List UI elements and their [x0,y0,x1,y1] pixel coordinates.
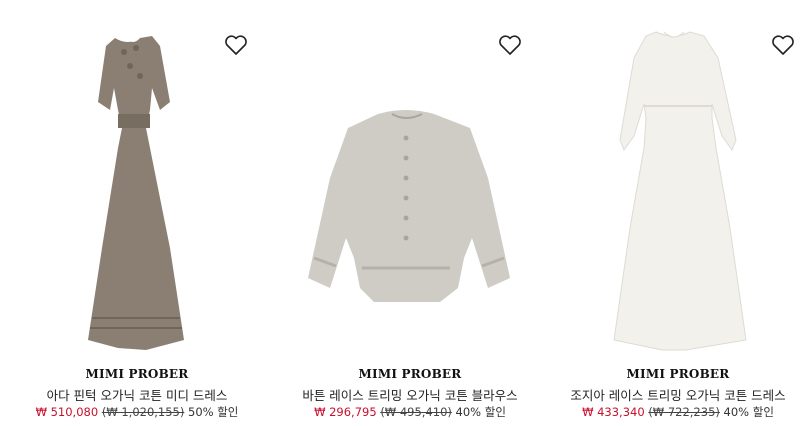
product-card[interactable]: MIMI PROBER 바튼 레이스 트리밍 오가닉 코튼 블라우스 ₩ 296… [274,0,546,426]
discount-label: 40% 할인 [455,405,506,419]
product-name[interactable]: 조지아 레이스 트리밍 오가닉 코튼 드레스 [546,385,810,404]
product-price: ₩ 510,080 (₩ 1,020,155) 50% 할인 [0,404,274,420]
heart-outline-icon[interactable] [771,34,795,56]
heart-outline-icon[interactable] [498,34,522,56]
product-brand[interactable]: MIMI PROBER [0,367,274,381]
sale-price: ₩ 510,080 [35,405,99,419]
discount-label: 50% 할인 [188,405,239,419]
original-price: (₩ 1,020,155) [101,405,185,419]
product-name[interactable]: 아다 핀턱 오가닉 코튼 미디 드레스 [0,385,274,404]
sale-price: ₩ 433,340 [582,405,645,419]
original-price: (₩ 495,410) [380,405,452,419]
product-image[interactable] [274,18,546,356]
product-price: ₩ 296,795 (₩ 495,410) 40% 할인 [274,404,546,420]
product-brand[interactable]: MIMI PROBER [546,367,810,381]
discount-label: 40% 할인 [723,405,774,419]
product-name[interactable]: 바튼 레이스 트리밍 오가닉 코튼 블라우스 [274,385,546,404]
product-image[interactable] [546,18,810,356]
heart-outline-icon[interactable] [224,34,248,56]
product-card[interactable]: MIMI PROBER 조지아 레이스 트리밍 오가닉 코튼 드레스 ₩ 433… [546,0,810,426]
original-price: (₩ 722,235) [648,405,720,419]
product-price: ₩ 433,340 (₩ 722,235) 40% 할인 [546,404,810,420]
sale-price: ₩ 296,795 [314,405,377,419]
product-image[interactable] [0,18,274,356]
product-card[interactable]: MIMI PROBER 아다 핀턱 오가닉 코튼 미디 드레스 ₩ 510,08… [0,0,274,426]
product-brand[interactable]: MIMI PROBER [274,367,546,381]
